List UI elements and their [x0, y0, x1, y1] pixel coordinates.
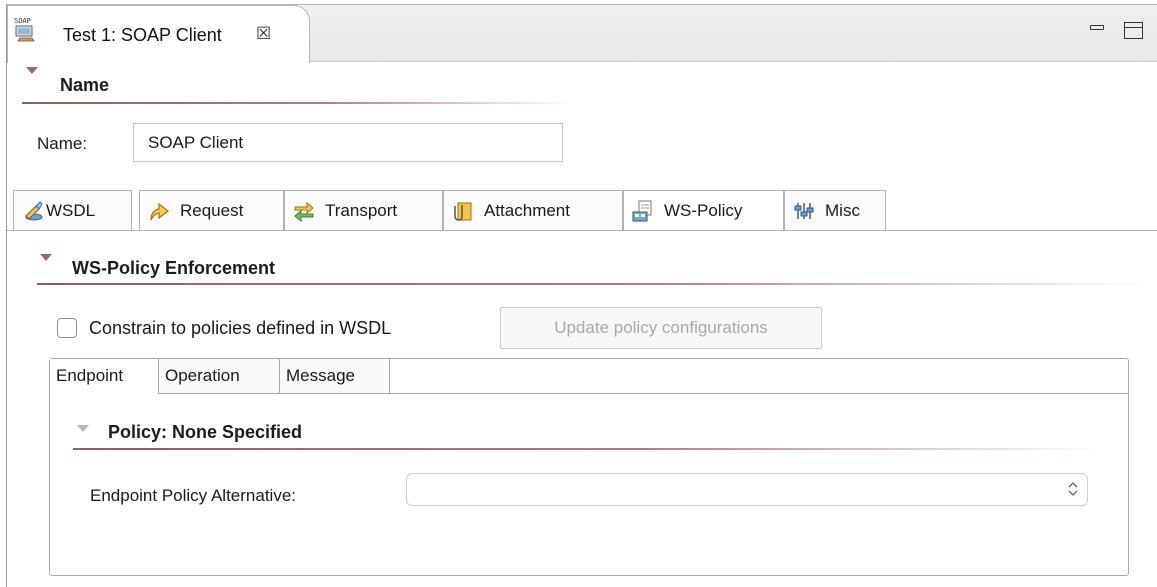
- soap-client-icon: SOAP: [14, 17, 35, 42]
- name-section-rule: [22, 102, 572, 104]
- policy-section-toggle-icon[interactable]: [77, 425, 89, 432]
- tab-ws-policy-label: WS-Policy: [664, 201, 743, 220]
- endpoint-policy-alternative-label: Endpoint Policy Alternative:: [90, 486, 297, 505]
- subtab-message[interactable]: Message: [280, 359, 390, 394]
- maximize-icon[interactable]: [1124, 22, 1143, 39]
- endpoint-policy-alternative-select[interactable]: [406, 473, 1088, 506]
- ws-policy-icon: [632, 200, 652, 222]
- ws-policy-section-toggle-icon[interactable]: [40, 254, 52, 261]
- svg-text:SOAP: SOAP: [14, 17, 31, 25]
- tab-request-label: Request: [180, 201, 244, 220]
- tab-wsdl-label: WSDL: [46, 201, 96, 220]
- policy-section-rule: [73, 448, 1103, 450]
- constrain-policies-label: Constrain to policies defined in WSDL: [89, 318, 392, 338]
- tab-attachment-label: Attachment: [484, 201, 570, 220]
- tab-misc[interactable]: Misc: [784, 190, 886, 230]
- subtab-endpoint[interactable]: Endpoint: [50, 359, 159, 394]
- name-section-title: Name: [60, 75, 110, 95]
- editor-tab-soap-client[interactable]: SOAP Test 1: SOAP Client ☒: [7, 5, 310, 63]
- tab-attachment[interactable]: Attachment: [443, 190, 623, 230]
- name-field-label: Name:: [37, 134, 88, 153]
- request-icon: [150, 202, 169, 221]
- subtab-bar-border: [390, 393, 1129, 394]
- attachment-icon: [454, 202, 472, 221]
- wsdl-icon: [25, 201, 43, 221]
- tab-transport[interactable]: Transport: [284, 190, 443, 230]
- editor-tab-strip: SOAP Test 1: SOAP Client ☒: [7, 5, 1157, 63]
- tab-bar-bottom-border: [7, 230, 1157, 231]
- name-field[interactable]: SOAP Client: [133, 123, 563, 162]
- tab-transport-label: Transport: [325, 201, 398, 220]
- tab-misc-label: Misc: [825, 201, 860, 220]
- policy-section-title: Policy: None Specified: [108, 422, 303, 442]
- editor-frame: SOAP Test 1: SOAP Client ☒ Name Name: SO…: [6, 4, 1157, 587]
- tab-ws-policy[interactable]: WS-Policy: [623, 190, 784, 231]
- misc-icon: [794, 203, 814, 219]
- constrain-policies-checkbox[interactable]: [57, 318, 77, 338]
- editor-tab-title: Test 1: SOAP Client: [63, 25, 222, 45]
- ws-policy-section-rule: [37, 283, 1147, 285]
- subtab-operation[interactable]: Operation: [159, 359, 280, 394]
- ws-policy-section-title: WS-Policy Enforcement: [72, 258, 276, 278]
- transport-icon: [294, 201, 314, 222]
- minimize-icon[interactable]: [1090, 25, 1104, 30]
- policy-subtab-panel: Endpoint Operation Message Policy: None …: [49, 358, 1129, 576]
- tab-request[interactable]: Request: [139, 190, 284, 230]
- select-updown-icon: [1068, 482, 1078, 496]
- close-tab-icon[interactable]: ☒: [256, 24, 271, 44]
- name-section-toggle-icon[interactable]: [26, 67, 38, 74]
- update-policy-configurations-button[interactable]: Update policy configurations: [500, 307, 822, 349]
- tab-wsdl[interactable]: WSDL: [13, 190, 132, 230]
